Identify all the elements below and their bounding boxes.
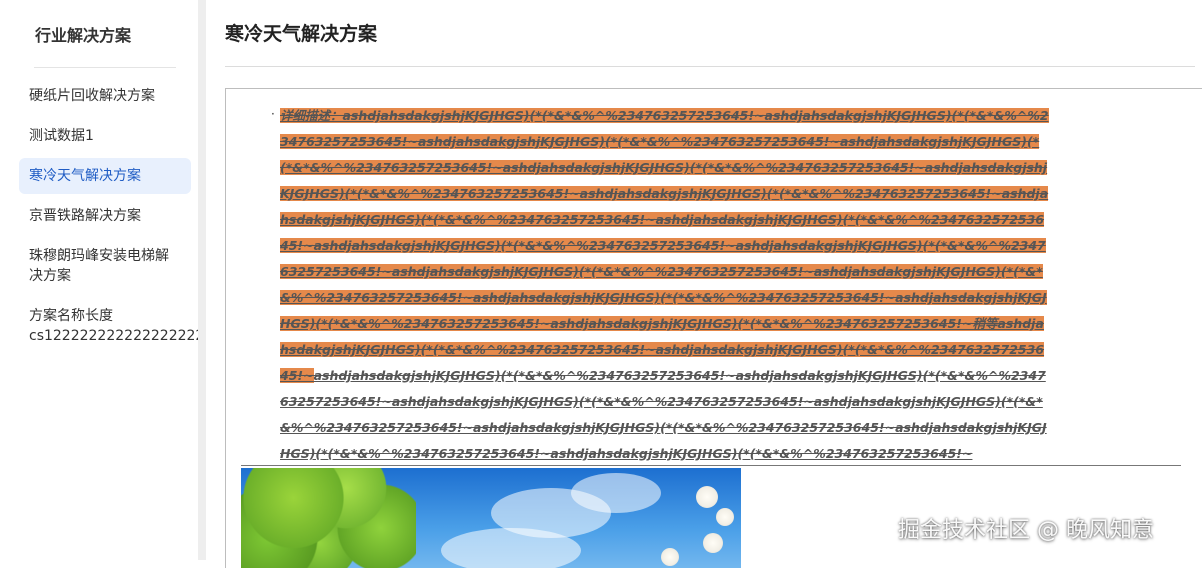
menu-item-everest-elevator[interactable]: 珠穆朗玛峰安装电梯解决方案 xyxy=(19,238,191,294)
layout-gutter xyxy=(198,0,206,560)
sidebar-title: 行业解决方案 xyxy=(35,26,132,45)
page-title: 寒冷天气解决方案 xyxy=(225,23,378,45)
menu-item-cardboard-recycling[interactable]: 硬纸片回收解决方案 xyxy=(19,78,191,114)
title-divider xyxy=(225,66,1195,67)
menu-item-name-length-label: 方案名称长度 xyxy=(29,308,113,324)
menu-item-name-length[interactable]: 方案名称长度 cs122222222222222222 xyxy=(19,298,205,354)
menu-item-name-length-label-line2: cs122222222222222222 xyxy=(29,328,205,344)
menu-item-test-data[interactable]: 测试数据1 xyxy=(19,118,191,154)
menu-item-cold-weather[interactable]: 寒冷天气解决方案 xyxy=(19,158,191,194)
rich-text-editor[interactable]: · 详细描述：ashdjahsdakgjshjKJGJHGS)(*(*&*&%^… xyxy=(225,88,1202,568)
menu-item-railway[interactable]: 京晋铁路解决方案 xyxy=(19,198,191,234)
highlighted-description: 详细描述：ashdjahsdakgjshjKJGJHGS)(*(*&*&%^%2… xyxy=(280,108,1049,383)
solution-menu: 硬纸片回收解决方案 测试数据1 寒冷天气解决方案 京晋铁路解决方案 珠穆朗玛峰安… xyxy=(19,78,205,358)
list-bullet: · xyxy=(271,107,275,121)
horizontal-rule xyxy=(241,465,1181,466)
sidebar-divider xyxy=(34,67,176,68)
description-text: 详细描述：ashdjahsdakgjshjKJGJHGS)(*(*&*&%^%2… xyxy=(280,103,1050,467)
tree-foliage xyxy=(241,468,416,568)
nature-photo xyxy=(241,468,741,568)
plain-description: ashdjahsdakgjshjKJGJHGS)(*(*&*&%^%234763… xyxy=(280,368,1047,461)
sidebar: 行业解决方案 硬纸片回收解决方案 测试数据1 寒冷天气解决方案 京晋铁路解决方案… xyxy=(0,0,205,560)
watermark: 掘金技术社区 @ 晚风知意 xyxy=(898,518,1154,543)
